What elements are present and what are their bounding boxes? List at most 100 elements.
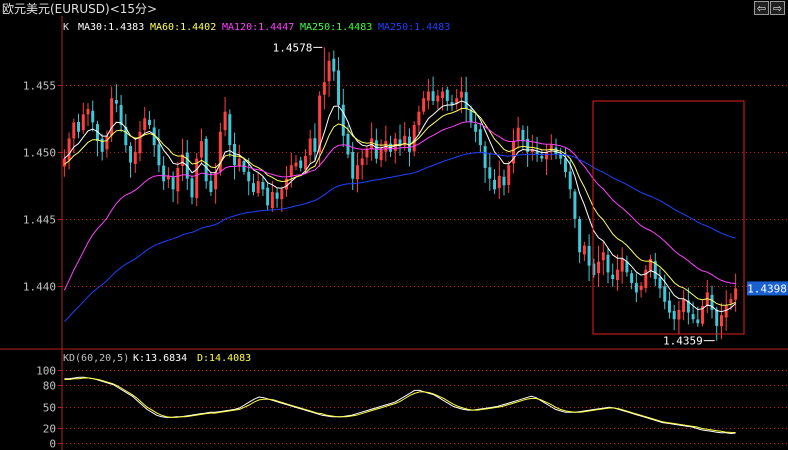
candle-body: [516, 127, 520, 141]
candle-body: [417, 111, 421, 126]
candle-body: [663, 286, 667, 302]
candle-body: [133, 151, 137, 164]
candle-body: [582, 245, 586, 255]
candle-body: [719, 315, 723, 327]
candle-body: [422, 98, 426, 112]
candle-body: [563, 158, 567, 172]
candle-body: [715, 309, 719, 326]
kd-label: KD(60,20,5): [63, 353, 129, 364]
kd-tick-label: 80: [43, 380, 56, 393]
prev-arrow-button[interactable]: ⇦: [754, 1, 769, 15]
candle-body: [464, 92, 468, 109]
candle-body: [478, 129, 482, 146]
candle-body: [545, 151, 549, 160]
candle-body: [280, 189, 284, 200]
candle-body: [412, 125, 416, 152]
candle-body: [431, 91, 435, 101]
legend-ma30: MA30:1.4383: [78, 22, 144, 33]
candle-body: [559, 154, 563, 159]
candle-body: [147, 119, 151, 126]
chart-title: 欧元美元(EURUSD)<15分>: [2, 2, 157, 16]
candle-body: [355, 165, 359, 180]
candle-body: [341, 104, 345, 136]
chart-canvas[interactable]: 欧元美元(EURUSD)<15分> K MA30:1.4383 MA60:1.4…: [0, 0, 788, 450]
candle-body: [644, 269, 648, 288]
candle-body: [138, 131, 142, 154]
candle-body: [502, 176, 506, 186]
y-tick-label: 1.455: [23, 80, 56, 93]
candle-body: [204, 138, 208, 182]
candle-body: [696, 319, 700, 324]
candle-body: [266, 187, 270, 206]
candle-body: [521, 129, 525, 142]
candle-body: [445, 89, 449, 101]
candle-body: [672, 311, 676, 320]
candle-body: [483, 146, 487, 168]
candle-body: [606, 254, 610, 273]
candle-body: [289, 165, 293, 177]
candle-body: [729, 299, 733, 304]
candle-body: [114, 100, 118, 104]
candle-body: [497, 175, 501, 189]
high-price-label: 1.4578: [273, 41, 313, 54]
candle-body: [251, 183, 255, 192]
candle-body: [223, 111, 227, 131]
candle-body: [459, 91, 463, 98]
legend-prefix: K: [63, 22, 69, 33]
y-tick-label: 1.450: [23, 147, 56, 160]
kd-d-label: D:14.4083: [197, 353, 251, 364]
candle-body: [724, 305, 728, 318]
candle-body: [195, 158, 199, 199]
candle-body: [587, 245, 591, 266]
candle-body: [62, 158, 66, 167]
candle-body: [360, 158, 364, 166]
candle-body: [72, 122, 76, 139]
candle-body: [162, 165, 166, 182]
candle-body: [691, 314, 695, 320]
candle-body: [228, 114, 232, 146]
candle-body: [540, 155, 544, 159]
candle-body: [578, 219, 582, 253]
candle-body: [67, 138, 71, 161]
candle-body: [493, 179, 497, 190]
kd-tick-label: 50: [43, 402, 56, 415]
candle-body: [261, 182, 265, 190]
candle-body: [190, 178, 194, 198]
candle-body: [294, 162, 298, 167]
candle-body: [620, 258, 624, 272]
candle-body: [308, 138, 312, 156]
candle-body: [337, 70, 341, 105]
candle-body: [256, 181, 260, 194]
candle-body: [81, 114, 85, 131]
legend-ma250-blue: MA250:1.4483: [378, 22, 450, 33]
candle-body: [209, 180, 213, 192]
candle-body: [474, 124, 478, 132]
candle-body: [86, 108, 90, 115]
candle-body: [639, 285, 643, 291]
main-legend: K MA30:1.4383 MA60:1.4402 MA120:1.4447 M…: [63, 22, 450, 33]
candle-body: [270, 192, 274, 209]
next-arrow-button[interactable]: ⇨: [770, 1, 785, 15]
kd-tick-label: 0: [49, 438, 56, 450]
legend-ma120: MA120:1.4447: [222, 22, 294, 33]
candle-body: [91, 110, 95, 123]
candle-body: [322, 82, 326, 95]
current-price-label: 1.4398: [747, 282, 787, 295]
candle-body: [199, 141, 203, 158]
candle-body: [488, 167, 492, 179]
candle-body: [105, 135, 109, 150]
candle-body: [507, 165, 511, 185]
candle-body: [275, 192, 279, 199]
kd-k-label: K:13.6834: [133, 353, 187, 364]
candle-body: [630, 273, 634, 284]
candle-body: [303, 155, 307, 170]
candle-body: [677, 309, 681, 320]
legend-ma250-green: MA250:1.4483: [300, 22, 372, 33]
candle-body: [299, 160, 303, 168]
y-tick-label: 1.440: [23, 281, 56, 294]
low-price-label: 1.4359: [663, 335, 703, 348]
candle-body: [233, 144, 237, 166]
candle-body: [634, 283, 638, 293]
candle-body: [332, 58, 336, 72]
candle-body: [667, 300, 671, 313]
